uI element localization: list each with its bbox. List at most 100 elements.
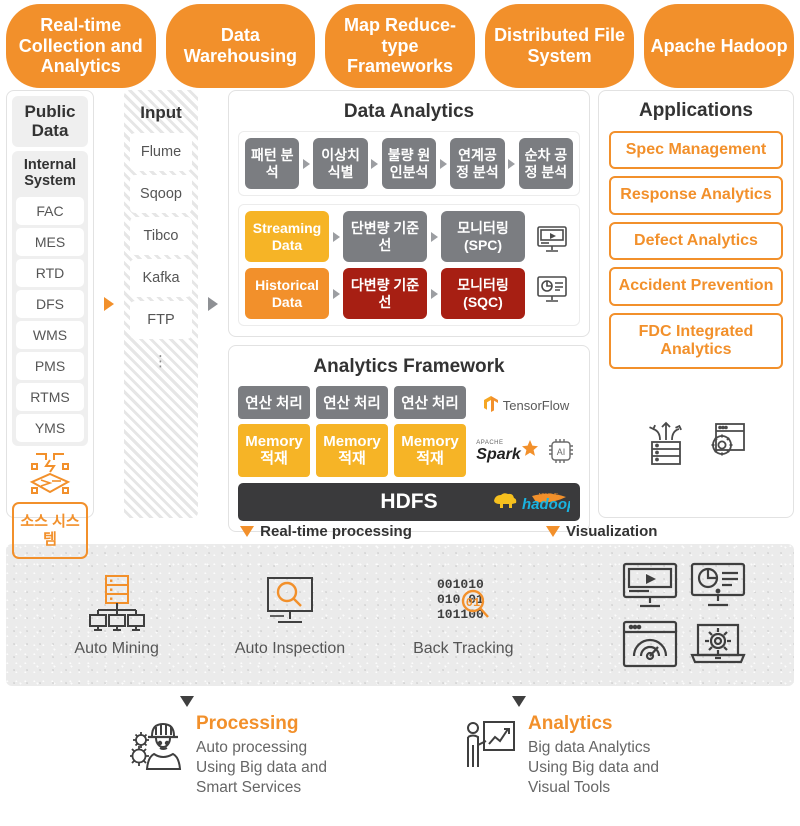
compute-cell-3[interactable]: 연산 처리 [394,386,466,420]
realtime-item-back-tracking[interactable]: 001010 010 01 101100 01 Back Tracking [403,572,523,659]
analytics-step-defect-cause[interactable]: 불량 원인분석 [381,138,437,190]
app-fdc-integrated-analytics[interactable]: FDC Integrated Analytics [609,312,783,370]
realtime-item-label: Auto Mining [74,639,159,657]
arrow-input-to-platform [206,90,220,518]
system-item-yms[interactable]: YMS [16,414,84,443]
chevron-right-icon [329,268,343,319]
chevron-down-icon [240,525,255,537]
spark-logo-icon: APACHE Spark [476,439,539,464]
footer-processing-line-1: Auto processing [196,738,308,756]
internal-system-group: Internal System FAC MES RTD DFS WMS PMS … [12,151,88,447]
visualization-items [574,560,794,670]
input-item-sqoop[interactable]: Sqoop [130,175,192,213]
internal-system-header: Internal System [23,157,77,190]
app-defect-analytics[interactable]: Defect Analytics [609,221,783,261]
system-item-wms[interactable]: WMS [16,321,84,350]
outcome-footer: Processing Auto processing Using Big dat… [0,686,800,802]
realtime-item-auto-inspection[interactable]: Auto Inspection [230,572,350,659]
worker-gears-icon [130,722,182,770]
presenter-chart-icon [467,721,515,767]
hadoop-logo-icon: hadoop APACHE [488,490,570,514]
applications-title: Applications [638,100,753,121]
realtime-processing-items: Auto Mining Auto Inspection 001010 010 0… [6,572,574,659]
data-analytics-steps: 패턴 분석 이상치 식별 불량 원인분석 연계공정 분석 순차 공정 분석 [238,131,580,197]
system-item-mes[interactable]: MES [16,228,84,257]
hdfs-storage-bar[interactable]: HDFS hadoop APACHE [238,482,580,521]
ai-chip-icon: AI [548,439,573,464]
chevron-right-icon [427,268,441,319]
chevron-right-icon [368,138,382,189]
pill-realtime-collection[interactable]: Real-time Collection and Analytics [6,4,156,88]
technology-pill-row: Real-time Collection and Analytics Data … [0,0,800,90]
compute-cell-1[interactable]: 연산 처리 [238,386,310,420]
realtime-item-label: Back Tracking [413,639,514,657]
processing-visualization-band: Auto Mining Auto Inspection 001010 010 0… [6,544,794,686]
memory-cell-3[interactable]: Memory 적재 [394,424,466,477]
input-item-flume[interactable]: Flume [130,133,192,171]
monitoring-block: Streaming Data 단변량 기준선 모니터링 (SPC) Histor… [238,204,580,327]
laptop-gear-icon [690,623,746,664]
monitoring-sqc-cell[interactable]: 모니터링 (SQC) [441,268,525,320]
video-monitor-icon [622,562,678,608]
footer-processing-title: Processing [196,713,299,734]
realtime-processing-label-group: Real-time processing [240,523,412,540]
data-analytics-panel: Data Analytics 패턴 분석 이상치 식별 불량 원인분석 연계공정… [228,90,590,338]
footer-analytics: Analytics Big data Analytics Using Big d… [462,694,794,802]
pill-mapreduce-frameworks[interactable]: Map Reduce-type Frameworks [325,4,475,88]
platform-column: Data Analytics 패턴 분석 이상치 식별 불량 원인분석 연계공정… [228,90,590,532]
memory-cell-1[interactable]: Memory 적재 [238,424,310,477]
footer-processing-line-2: Using Big data and [196,758,327,776]
input-item-kafka[interactable]: Kafka [130,259,192,297]
system-item-fac[interactable]: FAC [16,197,84,226]
pie-chart-monitor-icon [690,562,746,607]
hdfs-label: HDFS [380,489,438,513]
input-more-ellipsis: ⋮ [153,353,169,370]
binary-magnifier-icon: 001010 010 01 101100 01 [437,577,490,622]
gauge-window-icon [622,620,678,668]
system-item-rtms[interactable]: RTMS [16,383,84,412]
multivariate-baseline-cell[interactable]: 다변량 기준선 [343,268,427,320]
analytics-step-sequential-process[interactable]: 순차 공정 분석 [518,138,574,190]
historical-data-cell[interactable]: Historical Data [245,268,329,320]
tensorflow-logo-icon: TensorFlow [483,396,569,414]
analytics-step-pattern[interactable]: 패턴 분석 [245,138,300,190]
data-analytics-title: Data Analytics [343,101,475,122]
pill-data-warehousing[interactable]: Data Warehousing [165,4,316,88]
chevron-down-icon [130,694,462,712]
svg-text:APACHE: APACHE [538,493,559,499]
footer-analytics-line-2: Using Big data and [528,758,659,776]
system-item-pms[interactable]: PMS [16,352,84,381]
compute-cell-2[interactable]: 연산 처리 [316,386,388,420]
video-monitor-icon [535,218,569,262]
app-spec-management[interactable]: Spec Management [609,131,783,170]
analytics-step-anomaly[interactable]: 이상치 식별 [313,138,368,190]
svg-text:001010: 001010 [437,577,484,592]
app-accident-prevention[interactable]: Accident Prevention [609,267,783,306]
input-item-ftp[interactable]: FTP [130,301,192,339]
chart-monitor-icon [535,268,569,312]
input-item-tibco[interactable]: Tibco [130,217,192,255]
memory-cell-2[interactable]: Memory 적재 [316,424,388,477]
univariate-baseline-cell[interactable]: 단변량 기준선 [343,211,427,263]
pill-apache-hadoop[interactable]: Apache Hadoop [644,4,794,88]
app-response-analytics[interactable]: Response Analytics [609,176,783,215]
visualization-label: Visualization [566,522,658,540]
system-item-rtd[interactable]: RTD [16,259,84,288]
svg-text:AI: AI [556,447,565,457]
analytics-step-linked-process[interactable]: 연계공정 분석 [450,138,505,190]
visualization-label-group: Visualization [546,523,657,540]
monitor-magnifier-icon [266,576,313,623]
streaming-data-cell[interactable]: Streaming Data [245,211,329,263]
analytics-framework-panel: Analytics Framework 연산 처리 Memory 적재 연산 처… [228,345,590,532]
system-item-dfs[interactable]: DFS [16,290,84,319]
monitoring-spc-cell[interactable]: 모니터링 (SPC) [441,211,525,263]
public-data-column: Public Data Internal System FAC MES RTD … [6,90,94,559]
footer-analytics-line-3: Visual Tools [528,778,611,796]
source-system-box[interactable]: 소스 시스템 [12,502,88,559]
footer-processing-line-3: Smart Services [196,778,302,796]
chevron-right-icon [329,211,343,262]
svg-text:01: 01 [466,596,480,610]
pill-distributed-file-system[interactable]: Distributed File System [484,4,635,88]
footer-processing: Processing Auto processing Using Big dat… [130,694,462,802]
realtime-item-auto-mining[interactable]: Auto Mining [57,572,177,659]
